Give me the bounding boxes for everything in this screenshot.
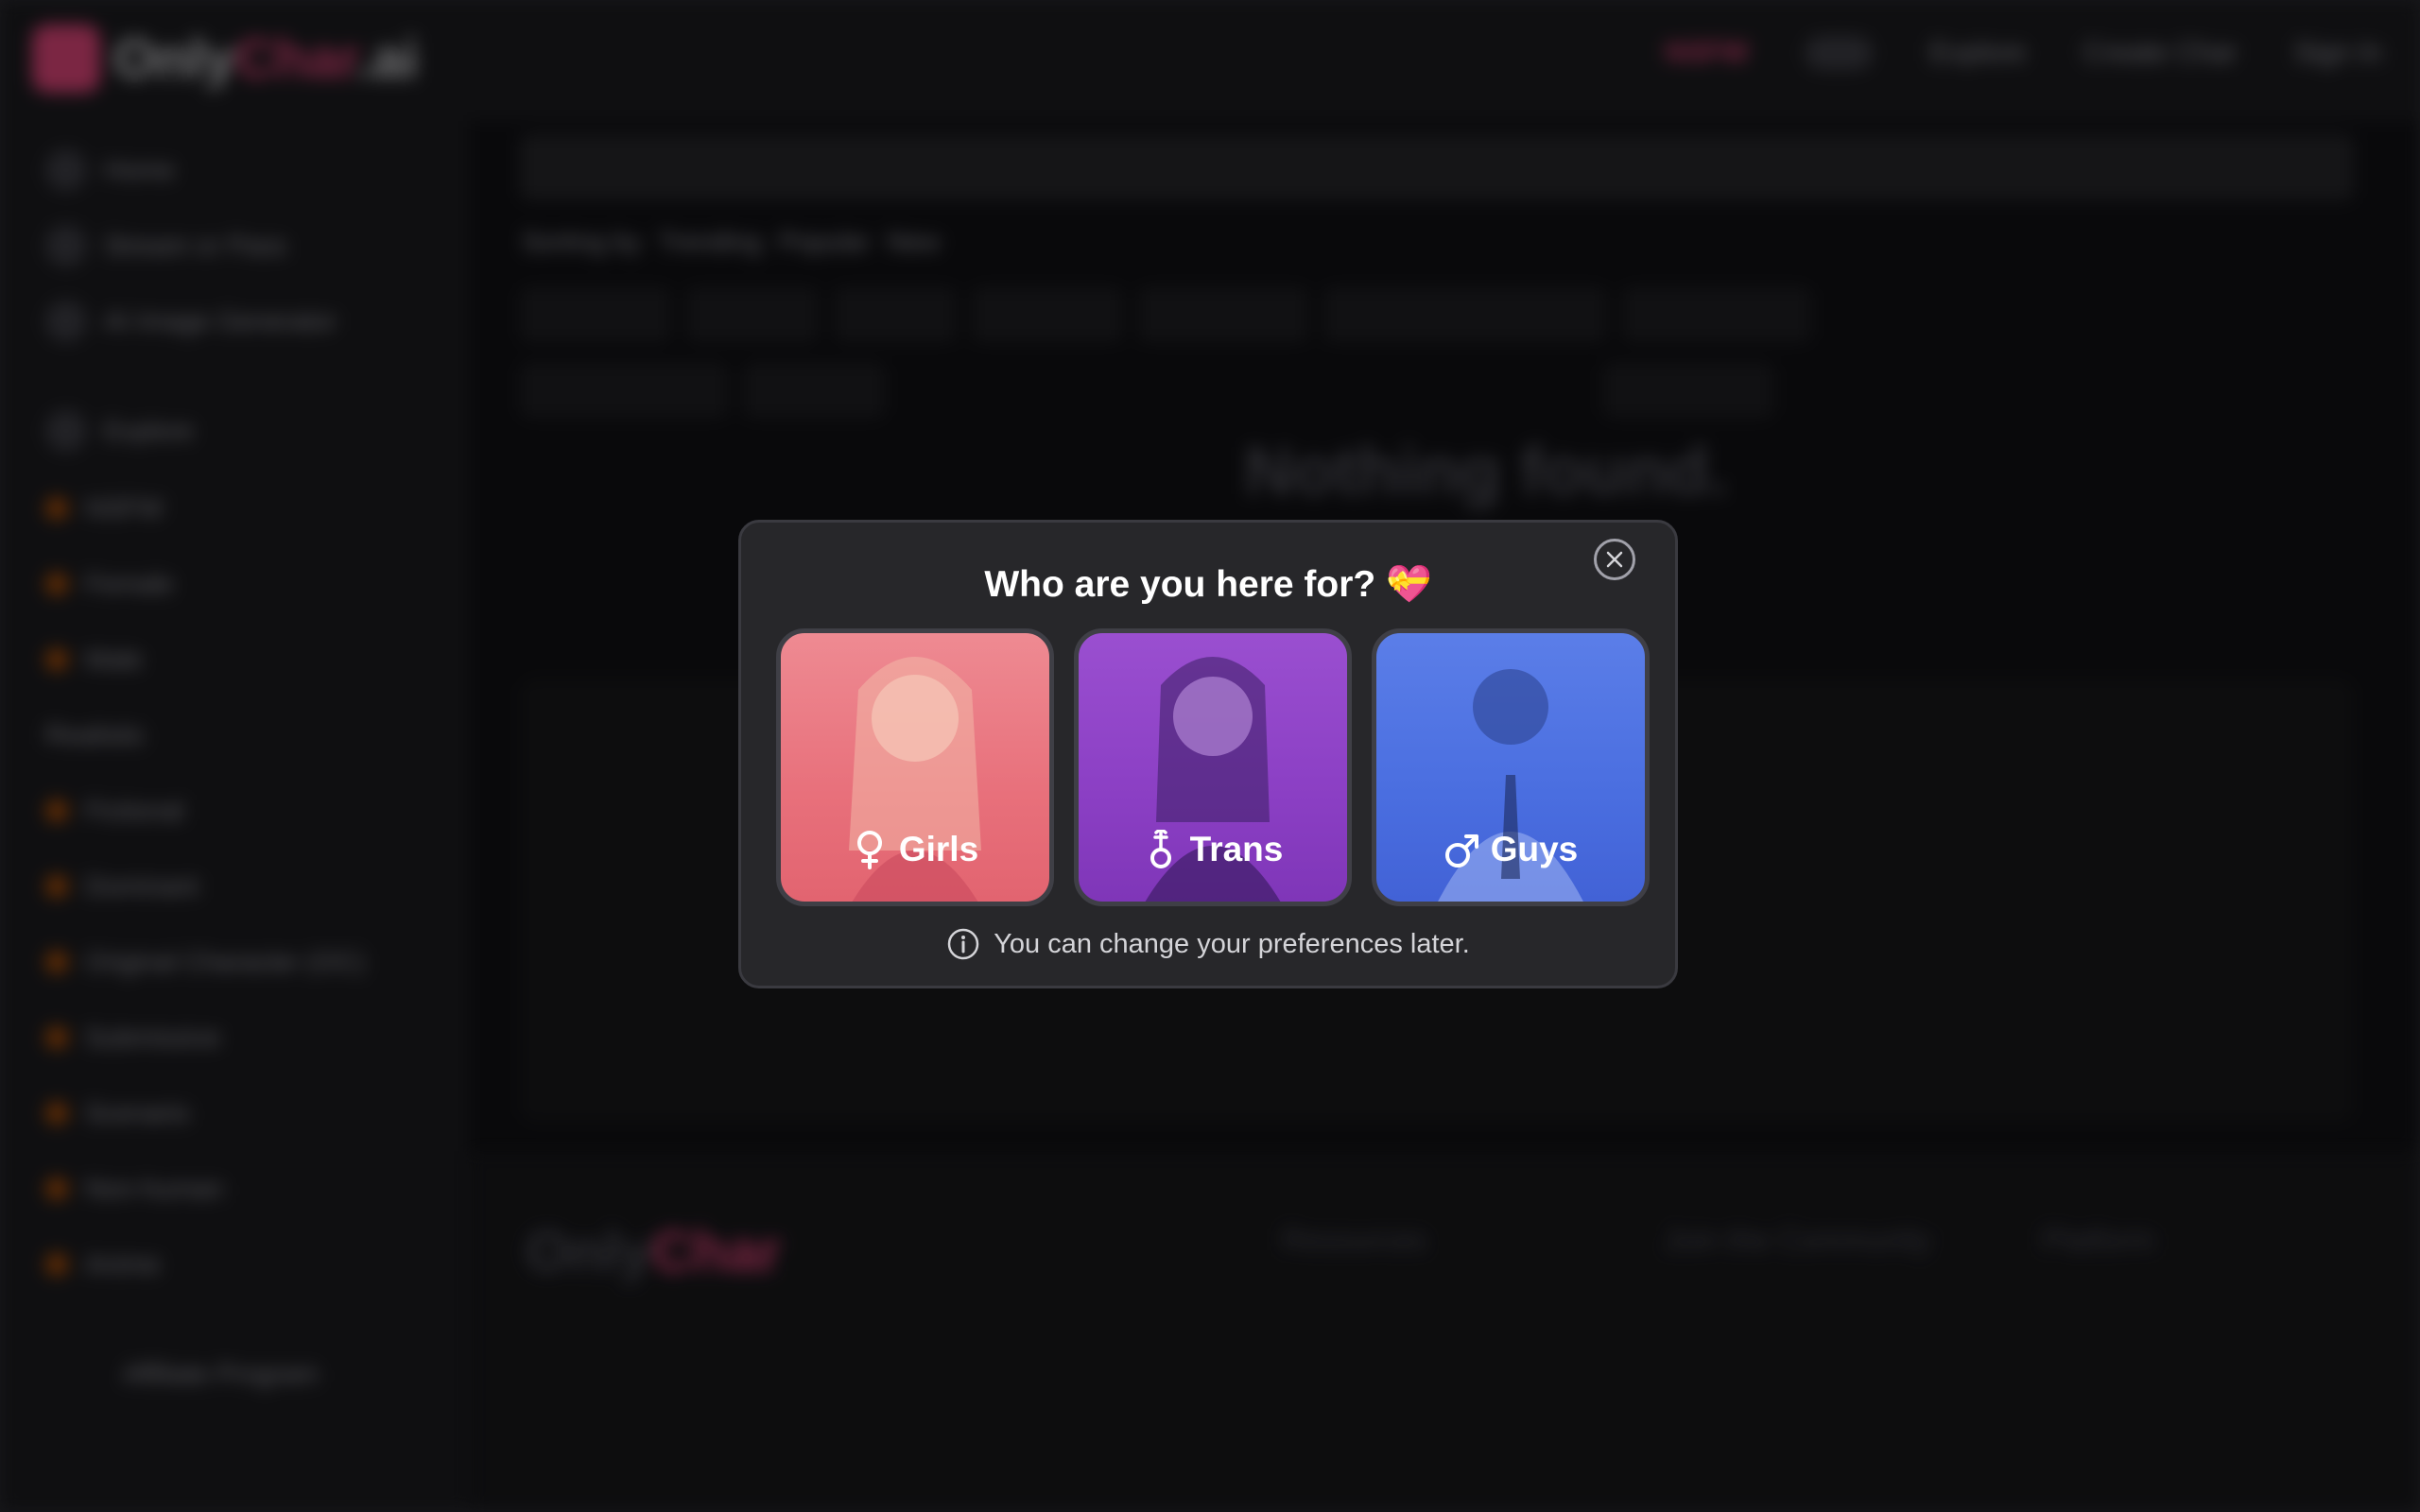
option-girls-card[interactable]: Girls <box>776 628 1054 906</box>
preferences-note: You can change your preferences later. <box>741 927 1675 961</box>
option-girls-label: Girls <box>898 830 979 868</box>
male-symbol-icon <box>1444 834 1478 868</box>
option-trans-card[interactable]: Trans <box>1074 628 1352 906</box>
option-trans-label: Trans <box>1189 830 1284 868</box>
preference-modal: Who are you here for? 💝 Girls Trans Guys… <box>738 520 1678 988</box>
info-icon <box>947 928 979 960</box>
close-icon <box>1606 551 1623 568</box>
modal-title: Who are you here for? 💝 <box>984 564 1432 605</box>
close-button[interactable] <box>1594 539 1635 580</box>
transgender-symbol-icon <box>1150 830 1171 868</box>
option-guys-label: Guys <box>1490 830 1579 868</box>
female-symbol-icon <box>856 831 882 869</box>
preferences-note-text: You can change your preferences later. <box>994 928 1470 959</box>
option-guys-card[interactable]: Guys <box>1372 628 1650 906</box>
